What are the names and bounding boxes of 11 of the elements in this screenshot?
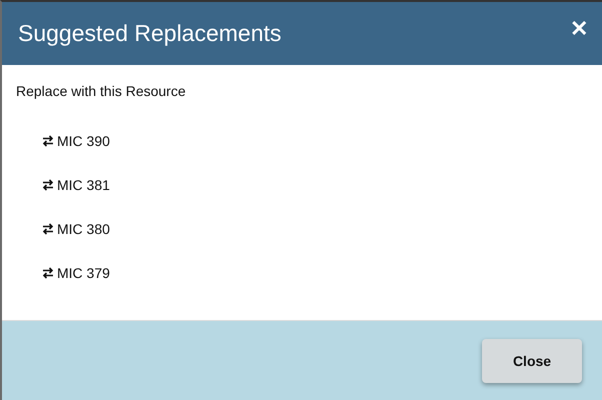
swap-arrows-icon xyxy=(42,267,54,279)
resource-link[interactable]: MIC 381 xyxy=(57,177,110,193)
resource-link[interactable]: MIC 380 xyxy=(57,221,110,237)
resource-link[interactable]: MIC 390 xyxy=(57,133,110,149)
resource-link[interactable]: MIC 379 xyxy=(57,265,110,281)
swap-arrows-icon xyxy=(42,179,54,191)
prompt-text: Replace with this Resource xyxy=(16,83,186,99)
dialog-title: Suggested Replacements xyxy=(18,20,282,47)
swap-arrows-icon xyxy=(42,223,54,235)
swap-arrows-icon xyxy=(42,135,54,147)
close-button[interactable]: Close xyxy=(482,338,582,382)
